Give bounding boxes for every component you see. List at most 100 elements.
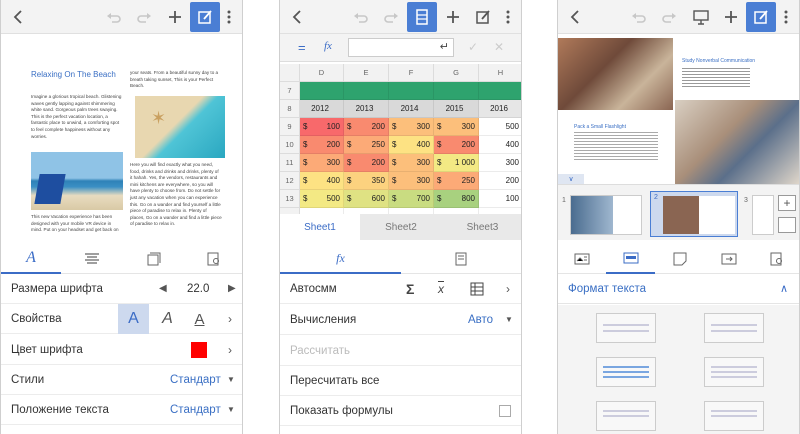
back-icon[interactable]: [3, 0, 33, 34]
dropdown-arrow-icon[interactable]: ▼: [505, 315, 513, 324]
back-icon[interactable]: [560, 0, 590, 34]
tab-transition[interactable]: [704, 244, 753, 274]
font-color-swatch[interactable]: [191, 342, 207, 358]
cell[interactable]: [434, 82, 479, 100]
undo-icon[interactable]: [346, 0, 376, 34]
text-position-value[interactable]: Стандарт: [170, 404, 221, 416]
present-icon[interactable]: [686, 0, 716, 34]
redo-icon[interactable]: [376, 0, 406, 34]
cell[interactable]: $800: [434, 190, 479, 208]
text-style-option[interactable]: [596, 401, 656, 431]
autosum-row[interactable]: Автосмм Σ x ›: [280, 274, 521, 304]
cell[interactable]: 2012: [300, 100, 344, 118]
equals-button[interactable]: =: [298, 40, 306, 55]
slide-layout-icon[interactable]: [778, 217, 796, 233]
collapse-icon[interactable]: ∨: [558, 174, 584, 184]
cell[interactable]: $600: [344, 190, 389, 208]
tab-data[interactable]: [401, 244, 521, 274]
styles-row[interactable]: Стили Стандарт ▼: [1, 365, 242, 395]
cell[interactable]: 2013: [344, 100, 389, 118]
cell[interactable]: 200: [479, 172, 521, 190]
calculation-value[interactable]: Авто: [468, 314, 493, 326]
redo-icon[interactable]: [129, 0, 159, 34]
cell[interactable]: 2014: [389, 100, 434, 118]
row-header[interactable]: 13: [280, 190, 300, 208]
tab-image[interactable]: [558, 244, 606, 274]
text-position-row[interactable]: Положение текста Стандарт ▼: [1, 395, 242, 425]
cell[interactable]: [479, 82, 521, 100]
underline-style-button[interactable]: A: [184, 304, 215, 334]
tab-paragraph[interactable]: [61, 244, 122, 274]
cell[interactable]: $100: [300, 118, 344, 136]
cell[interactable]: $200: [300, 136, 344, 154]
plus-icon[interactable]: [716, 0, 746, 34]
cell[interactable]: $300: [389, 118, 434, 136]
undo-icon[interactable]: [99, 0, 129, 34]
cancel-icon[interactable]: ✕: [494, 40, 504, 54]
calculation-row[interactable]: Вычисления Авто ▼: [280, 305, 521, 335]
sheet-tab[interactable]: Sheet3: [442, 214, 521, 240]
table-icon[interactable]: [470, 282, 484, 296]
cell[interactable]: $200: [434, 136, 479, 154]
text-style-option[interactable]: [704, 357, 764, 387]
decrease-icon[interactable]: ◀: [159, 283, 167, 294]
redo-icon[interactable]: [654, 0, 684, 34]
cell[interactable]: $1 000: [434, 154, 479, 172]
tab-textbox[interactable]: [606, 244, 655, 274]
tab-review[interactable]: [183, 244, 242, 274]
show-formulas-checkbox[interactable]: [499, 404, 511, 417]
column-header[interactable]: G: [434, 64, 479, 82]
dropdown-arrow-icon[interactable]: ▼: [227, 375, 235, 384]
chevron-right-icon[interactable]: ›: [228, 343, 232, 357]
plus-icon[interactable]: [438, 0, 468, 34]
undo-icon[interactable]: [624, 0, 654, 34]
cell[interactable]: 2016: [479, 100, 521, 118]
text-style-option[interactable]: [596, 313, 656, 343]
cell[interactable]: 2015: [434, 100, 479, 118]
cell[interactable]: $200: [344, 118, 389, 136]
row-header[interactable]: 11: [280, 154, 300, 172]
cell[interactable]: $700: [389, 190, 434, 208]
styles-value[interactable]: Стандарт: [170, 374, 221, 386]
cell[interactable]: 500: [479, 118, 521, 136]
cell[interactable]: $400: [389, 136, 434, 154]
dropdown-arrow-icon[interactable]: ▼: [227, 405, 235, 414]
column-header[interactable]: F: [389, 64, 434, 82]
cell[interactable]: $400: [300, 172, 344, 190]
recalculate-all-row[interactable]: Пересчитать все: [280, 366, 521, 396]
cell[interactable]: [344, 82, 389, 100]
cell[interactable]: 100: [479, 190, 521, 208]
spreadsheet-grid[interactable]: D E F G H 7 8 2012 2013 2014 2015 2016 9 $100 $200 $300…: [280, 64, 521, 226]
font-size-value[interactable]: 22.0: [187, 283, 209, 295]
row-header[interactable]: 10: [280, 136, 300, 154]
show-formulas-row[interactable]: Показать формулы: [280, 396, 521, 426]
row-header[interactable]: 9: [280, 118, 300, 136]
edit-icon[interactable]: [468, 0, 498, 34]
row-header[interactable]: 12: [280, 172, 300, 190]
average-icon[interactable]: x: [438, 282, 444, 296]
cell[interactable]: 300: [479, 154, 521, 172]
cell[interactable]: $300: [300, 154, 344, 172]
tab-review[interactable]: [753, 244, 799, 274]
tab-functions[interactable]: fx: [280, 244, 401, 274]
cell[interactable]: $250: [434, 172, 479, 190]
increase-icon[interactable]: ▶: [228, 283, 236, 294]
more-icon[interactable]: [217, 0, 241, 34]
sigma-icon[interactable]: Σ: [406, 281, 414, 297]
sheet-icon[interactable]: [407, 2, 437, 32]
cell[interactable]: $200: [344, 154, 389, 172]
row-header[interactable]: 7: [280, 82, 300, 100]
text-style-option[interactable]: [704, 313, 764, 343]
slide-thumbnail-3[interactable]: [752, 195, 774, 235]
sheet-tab[interactable]: Sheet1: [280, 214, 360, 240]
back-icon[interactable]: [282, 0, 312, 34]
cell[interactable]: $300: [389, 154, 434, 172]
tab-layout[interactable]: [122, 244, 183, 274]
plus-icon[interactable]: [160, 0, 190, 34]
tab-font[interactable]: A: [1, 244, 61, 274]
cell[interactable]: [389, 82, 434, 100]
bold-style-button[interactable]: A: [118, 304, 149, 334]
more-icon[interactable]: [774, 0, 798, 34]
document-page[interactable]: Relaxing On The Beach Imagine a glorious…: [9, 40, 236, 244]
cell[interactable]: $300: [389, 172, 434, 190]
